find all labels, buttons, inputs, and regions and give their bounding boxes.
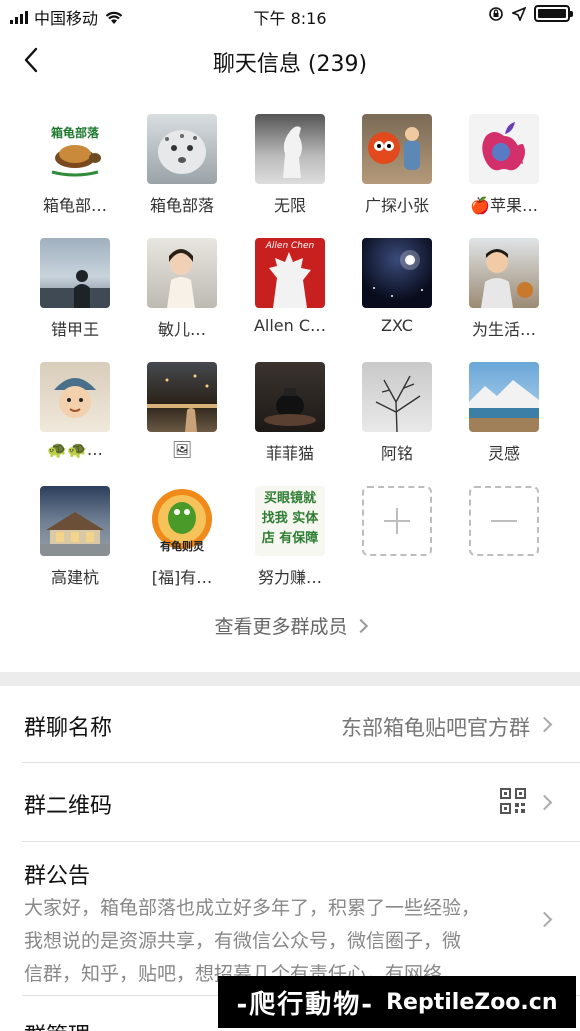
minus-icon <box>469 486 539 556</box>
watermark-cn: -爬行動物- <box>236 989 375 1020</box>
member-name: 高建杭 <box>50 568 99 587</box>
avatar <box>362 238 432 308</box>
member-item[interactable]: 为生活… <box>450 232 558 342</box>
page-title: 聊天信息 (239) <box>212 52 368 77</box>
member-item[interactable]: 无限 <box>236 108 344 218</box>
member-name: 箱龟部落 <box>149 196 214 215</box>
avatar <box>147 362 217 432</box>
group-manage-label: 群管理 <box>24 1018 90 1031</box>
group-announcement-label: 群公告 <box>24 864 91 889</box>
avatar-text: Allen Chen <box>265 241 315 251</box>
member-name: 为生活… <box>471 320 536 339</box>
member-item[interactable]: 箱龟部落 箱龟部… <box>21 108 129 218</box>
status-bar: 中国移动 下午 8:16 <box>0 0 580 32</box>
rotation-lock-icon <box>489 6 503 21</box>
member-item[interactable]: 广探小张 <box>343 108 451 218</box>
remove-member-button[interactable] <box>450 480 558 590</box>
group-qr-code-label: 群二维码 <box>24 794 113 819</box>
member-item[interactable]: 箱龟部落 <box>128 108 236 218</box>
member-item[interactable]: 🖼 <box>128 356 236 466</box>
member-name: ZXC <box>381 316 413 335</box>
chevron-right-icon <box>536 911 553 928</box>
member-item[interactable]: ZXC <box>343 232 451 342</box>
chevron-right-icon <box>536 716 553 733</box>
group-name-value: 东部箱龟贴吧官方群 <box>341 716 530 740</box>
qr-code-icon <box>500 788 526 814</box>
chevron-right-icon <box>353 618 368 634</box>
avatar <box>255 114 325 184</box>
member-item[interactable]: 菲菲猫 <box>236 356 344 466</box>
member-name: 灵感 <box>487 444 520 463</box>
member-item[interactable]: 阿铭 <box>343 356 451 466</box>
member-name: 无限 <box>273 196 306 215</box>
member-item[interactable]: 敏儿… <box>128 232 236 342</box>
member-item[interactable]: 有龟则灵 [福]有… <box>128 480 236 590</box>
member-name: 🍎苹果… <box>470 196 538 215</box>
avatar <box>362 362 432 432</box>
avatar <box>362 114 432 184</box>
avatar <box>40 486 110 556</box>
watermark-banner: -爬行動物- ReptileZoo.cn <box>218 976 576 1028</box>
member-name: 努力赚… <box>257 568 322 587</box>
add-member-button[interactable] <box>343 480 451 590</box>
member-item[interactable]: 🍎苹果… <box>450 108 558 218</box>
member-name: Allen C… <box>253 316 327 335</box>
member-item[interactable]: 高建杭 <box>21 480 129 590</box>
avatar <box>40 238 110 308</box>
avatar <box>40 362 110 432</box>
member-name: 敏儿… <box>157 320 206 339</box>
watermark-en: ReptileZoo.cn <box>386 989 558 1015</box>
avatar: Allen Chen <box>255 238 325 308</box>
member-name: 箱龟部… <box>42 196 107 215</box>
avatar: 箱龟部落 <box>40 114 110 184</box>
member-name: 🐢🐢… <box>47 440 103 459</box>
avatar <box>469 362 539 432</box>
avatar <box>147 238 217 308</box>
announcement-line: 大家好，箱龟部落也成立好多年了，积累了一些经验， <box>24 897 481 919</box>
avatar: 有龟则灵 <box>147 486 217 556</box>
member-name: [福]有… <box>151 568 213 587</box>
avatar <box>469 114 539 184</box>
avatar <box>147 114 217 184</box>
member-item[interactable]: Allen Chen Allen C… <box>236 232 344 342</box>
group-name-label: 群聊名称 <box>24 716 113 741</box>
chevron-right-icon <box>536 794 553 811</box>
group-qr-code-row[interactable]: 群二维码 <box>0 763 580 841</box>
member-name: 广探小张 <box>364 196 429 215</box>
avatar <box>255 362 325 432</box>
location-icon <box>512 6 526 21</box>
status-right <box>488 5 573 22</box>
view-more-members-link[interactable]: 查看更多群成员 <box>0 612 580 639</box>
avatar-text: 买眼镜就找我 实体店 有保障 <box>261 491 319 546</box>
avatar <box>469 238 539 308</box>
view-more-members-label: 查看更多群成员 <box>214 616 348 638</box>
section-divider <box>0 672 580 686</box>
avatar-text: 箱龟部落 <box>50 126 99 140</box>
nav-bar: 聊天信息 (239) <box>0 32 580 88</box>
battery-icon <box>534 5 573 22</box>
member-name: 🖼 <box>171 440 193 459</box>
avatar: 买眼镜就找我 实体店 有保障 <box>255 486 325 556</box>
member-name: 错甲王 <box>50 320 99 339</box>
member-item[interactable]: 灵感 <box>450 356 558 466</box>
member-item[interactable]: 🐢🐢… <box>21 356 129 466</box>
member-name: 阿铭 <box>380 444 413 463</box>
member-item[interactable]: 错甲王 <box>21 232 129 342</box>
announcement-line: 我想说的是资源共享，有微信公众号，微信圈子，微 <box>24 930 462 952</box>
plus-icon <box>362 486 432 556</box>
member-item[interactable]: 买眼镜就找我 实体店 有保障 努力赚… <box>236 480 344 590</box>
avatar-text: 有龟则灵 <box>160 540 204 553</box>
group-name-row[interactable]: 群聊名称 东部箱龟贴吧官方群 <box>0 686 580 762</box>
member-name: 菲菲猫 <box>265 444 314 463</box>
